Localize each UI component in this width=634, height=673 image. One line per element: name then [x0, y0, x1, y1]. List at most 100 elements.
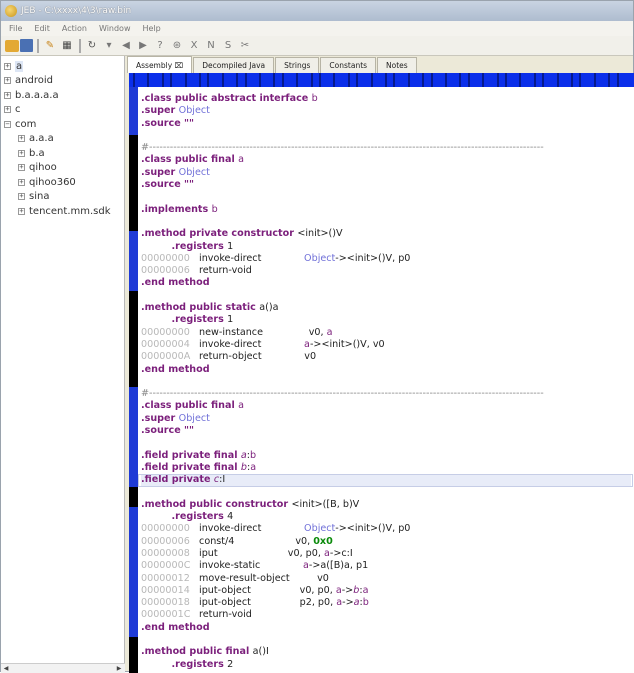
title-bar: JEB - C:\xxxx\4\3\raw.bin [1, 1, 633, 21]
code-line: .registers 4 [141, 511, 631, 523]
code-token: .super [141, 412, 179, 424]
overview-tick [296, 73, 299, 87]
overview-tick [333, 73, 336, 87]
expand-icon[interactable]: + [4, 62, 11, 70]
tab-assembly[interactable]: Assembly ⌧ [127, 56, 193, 73]
rename-field-icon[interactable]: N [203, 38, 219, 54]
package-tree[interactable]: + a + android + b.a.a.a.a + c − com + a.a.a + b.a + qih… [1, 56, 125, 663]
tab-decompiled-java[interactable]: Decompiled Java [193, 57, 275, 73]
overview-tick [430, 73, 433, 87]
toolbar-separator [37, 38, 39, 53]
back-icon[interactable]: ◀ [118, 38, 134, 54]
editor-gutter [129, 87, 138, 673]
tree-node[interactable]: + qihoo [18, 161, 57, 175]
help-icon[interactable]: ? [152, 38, 168, 54]
code-line: .class public final a [141, 154, 631, 166]
menu-file[interactable]: File [9, 24, 22, 33]
tab-strings[interactable]: Strings [275, 57, 320, 73]
tree-node[interactable]: + b.a [18, 146, 45, 160]
code-token: ->a([B)a, p1 [308, 560, 369, 572]
tab-constants[interactable]: Constants [320, 57, 377, 73]
code-line: 00000006 return-void [141, 265, 631, 277]
overview-tick [496, 73, 499, 87]
code-token: new-instance v0, [196, 326, 327, 338]
code-token: .method public static [141, 302, 260, 314]
code-token: .end method [141, 621, 210, 633]
menu-edit[interactable]: Edit [34, 24, 50, 33]
cut-icon[interactable]: ✂ [237, 38, 253, 54]
navigation-overview-bar[interactable] [129, 73, 634, 87]
forward-icon[interactable]: ▶ [135, 38, 151, 54]
assembly-editor[interactable]: .class public abstract interface b .super… [129, 87, 634, 673]
code-line: 0000000C invoke-static a->a([B)a, p1 [141, 560, 631, 572]
tree-node[interactable]: + c [4, 103, 21, 117]
code-token: -> [342, 597, 354, 609]
menu-bar: File Edit Action Window Help [1, 21, 633, 36]
code-line: .field private final a:b [141, 450, 631, 462]
code-line: .end method [141, 364, 631, 376]
tab-notes[interactable]: Notes [377, 57, 417, 73]
code-token: .field private final [141, 461, 241, 473]
code-line: .super Object [141, 167, 631, 179]
menu-help[interactable]: Help [143, 24, 161, 33]
menu-window[interactable]: Window [99, 24, 131, 33]
expand-icon[interactable]: + [18, 178, 25, 186]
expand-icon[interactable]: + [18, 193, 25, 200]
expand-icon[interactable]: + [18, 135, 25, 142]
code-line: 00000004 invoke-direct a-><init>()V, v0 [141, 339, 631, 351]
find-icon[interactable]: ⊛ [169, 38, 185, 54]
code-line: 00000000 new-instance v0, a [141, 327, 631, 339]
expand-icon[interactable]: + [18, 149, 25, 157]
jeb-app-icon [5, 5, 17, 17]
expand-icon[interactable]: + [18, 164, 25, 171]
tree-node[interactable]: + android [4, 74, 53, 88]
code-token: iput-object v0, p0, [196, 584, 336, 596]
overview-tick [236, 73, 239, 87]
comment-icon[interactable]: S [220, 38, 236, 54]
dropdown-arrow-icon[interactable]: ▾ [101, 38, 117, 54]
code-token: a [326, 326, 333, 338]
collapse-icon[interactable]: − [4, 120, 11, 128]
tree-node[interactable]: + sina [18, 190, 49, 204]
code-token: return-void [196, 609, 252, 621]
grid-icon[interactable]: ▦ [59, 38, 75, 54]
expand-icon[interactable]: + [4, 77, 11, 84]
overview-tick [356, 73, 359, 87]
tree-node-label: c [15, 104, 21, 115]
tree-node-label: qihoo [29, 162, 57, 173]
tree-node-label: com [15, 118, 37, 130]
code-line: 00000000 invoke-direct Object-><init>()V… [141, 523, 631, 535]
code-line: .registers 1 [141, 241, 631, 253]
overview-tick [519, 73, 522, 87]
tree-node[interactable]: + a [4, 59, 24, 73]
code-line: .registers 1 [141, 314, 631, 326]
expand-icon[interactable]: + [4, 91, 11, 99]
tree-node[interactable]: + tencent.mm.sdk [18, 204, 111, 218]
open-folder-icon[interactable] [5, 39, 19, 52]
code-token: a()a [259, 302, 279, 314]
refresh-icon[interactable]: ↻ [84, 38, 100, 54]
save-icon[interactable] [20, 39, 33, 52]
overview-tick [221, 73, 224, 87]
xref-icon[interactable]: X [186, 38, 202, 54]
expand-icon[interactable]: + [4, 106, 11, 113]
tree-node[interactable]: + b.a.a.a.a [4, 88, 59, 102]
rename-icon[interactable]: ✎ [42, 38, 58, 54]
tree-node[interactable]: + a.a.a [18, 132, 54, 146]
code-token: .source [141, 179, 185, 191]
code-token: -><init>()V, p0 [335, 252, 411, 264]
menu-action[interactable]: Action [62, 24, 87, 33]
expand-icon[interactable]: + [18, 207, 25, 215]
tree-node[interactable]: + qihoo360 [18, 175, 76, 189]
code-line: 0000001C return-void [141, 609, 631, 621]
tree-node[interactable]: − com [4, 117, 36, 131]
editor-tabs: Assembly ⌧ Decompiled Java Strings Const… [127, 56, 633, 73]
code-token: "" [184, 117, 195, 129]
overview-tick [616, 73, 619, 87]
code-token: -><init>()V, p0 [335, 523, 411, 535]
code-token: 0000000A [141, 351, 191, 363]
